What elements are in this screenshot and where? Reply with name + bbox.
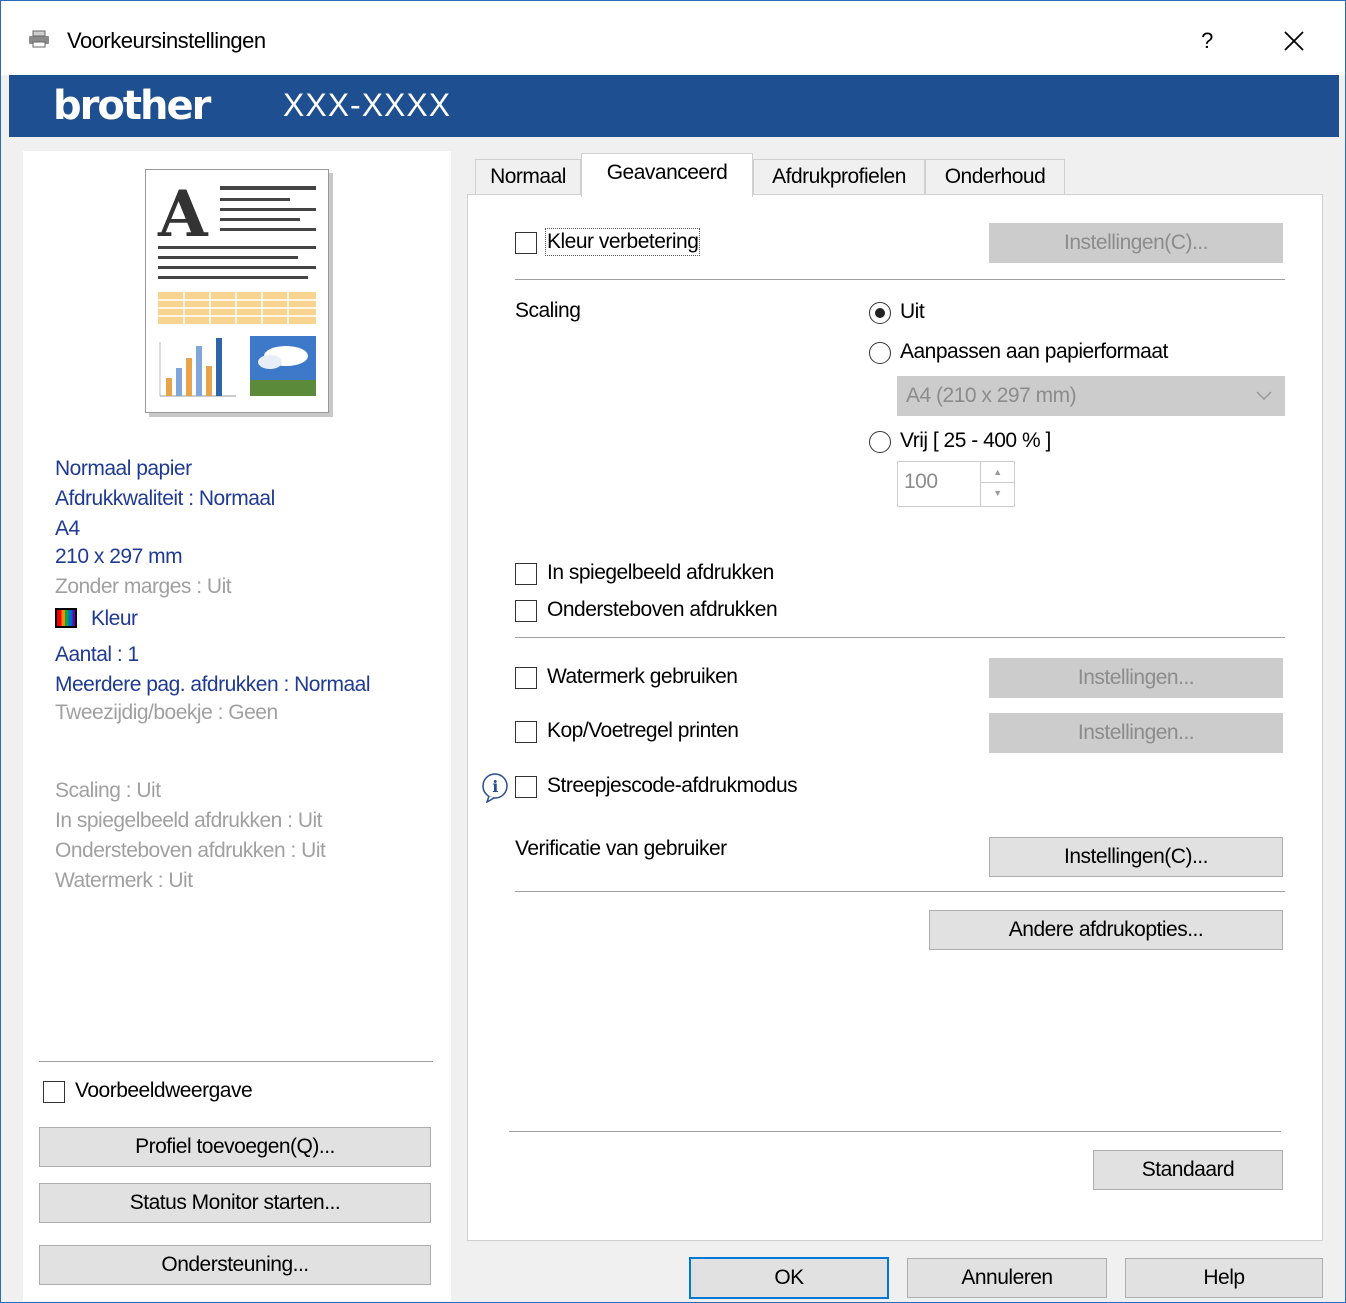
color-icon xyxy=(55,608,77,628)
divider xyxy=(509,1131,1281,1132)
summary-mirror: In spiegelbeeld afdrukken : Uit xyxy=(55,809,323,832)
scaling-fit-radio[interactable] xyxy=(869,342,891,364)
summary-scaling: Scaling : Uit xyxy=(55,779,161,802)
close-icon xyxy=(1284,31,1304,51)
paper-size-select[interactable]: A4 (210 x 297 mm) xyxy=(897,376,1285,416)
scaling-label: Scaling xyxy=(515,299,581,322)
summary-watermark: Watermerk : Uit xyxy=(55,869,193,892)
support-button[interactable]: Ondersteuning... xyxy=(39,1245,431,1285)
summary-color: Kleur xyxy=(55,607,138,631)
svg-text:A: A xyxy=(157,177,209,252)
summary-reverse: Ondersteboven afdrukken : Uit xyxy=(55,839,326,862)
other-options-button[interactable]: Andere afdrukopties... xyxy=(929,910,1283,950)
reverse-label[interactable]: Ondersteboven afdrukken xyxy=(547,598,778,622)
divider xyxy=(515,279,1285,280)
barcode-checkbox[interactable] xyxy=(515,776,537,798)
tab-onderhoud[interactable]: Onderhoud xyxy=(925,159,1065,195)
brand-bar: brother XXX-XXXX xyxy=(9,75,1339,137)
scaling-off-label[interactable]: Uit xyxy=(900,300,925,324)
summary-duplex: Tweezijdig/boekje : Geen xyxy=(55,701,278,724)
stepper-buttons[interactable]: ▲ ▼ xyxy=(980,462,1014,506)
mirror-checkbox[interactable] xyxy=(515,563,537,585)
default-button[interactable]: Standaard xyxy=(1093,1150,1283,1190)
cancel-button[interactable]: Annuleren xyxy=(907,1258,1107,1298)
close-button[interactable] xyxy=(1269,19,1319,63)
help-title-button[interactable]: ? xyxy=(1187,21,1227,61)
paper-size-value: A4 (210 x 297 mm) xyxy=(906,384,1077,407)
scaling-fit-label[interactable]: Aanpassen aan papierformaat xyxy=(900,340,1168,364)
watermark-label[interactable]: Watermerk gebruiken xyxy=(547,665,738,689)
scaling-free-value: 100 xyxy=(904,470,938,493)
summary-paper: Normaal papier xyxy=(55,457,192,480)
stepper-up-icon[interactable]: ▲ xyxy=(981,462,1014,483)
preview-checkbox[interactable] xyxy=(43,1081,65,1103)
mirror-label[interactable]: In spiegelbeeld afdrukken xyxy=(547,561,774,585)
summary-size: A4 xyxy=(55,517,80,540)
reverse-checkbox[interactable] xyxy=(515,600,537,622)
summary-panel: A Normaal papier Afdrukkwaliteit: Norma… xyxy=(23,151,451,1301)
tab-afdrukprofielen[interactable]: Afdrukprofielen xyxy=(753,159,925,195)
scaling-free-radio[interactable] xyxy=(869,431,891,453)
preview-checkbox-label[interactable]: Voorbeeldweergave xyxy=(75,1079,253,1103)
preferences-window: Voorkeursinstellingen ? brother XXX-XXXX… xyxy=(0,0,1346,1303)
summary-copies: Aantal : 1 xyxy=(55,643,139,666)
svg-text:i: i xyxy=(492,777,498,796)
watermark-checkbox[interactable] xyxy=(515,667,537,689)
ok-button[interactable]: OK xyxy=(689,1257,889,1299)
window-title: Voorkeursinstellingen xyxy=(67,28,266,53)
tab-geavanceerd[interactable]: Geavanceerd xyxy=(581,153,753,197)
page-preview-image: A xyxy=(157,177,316,397)
model-name: XXX-XXXX xyxy=(283,87,452,123)
barcode-label[interactable]: Streepjescode-afdrukmodus xyxy=(547,774,798,798)
title-bar: Voorkeursinstellingen ? xyxy=(1,1,1345,75)
summary-borderless: Zonder marges : Uit xyxy=(55,575,232,598)
user-verification-label: Verificatie van gebruiker xyxy=(515,837,727,860)
color-enhance-checkbox[interactable] xyxy=(515,232,537,254)
summary-color-label: Kleur xyxy=(91,607,138,630)
color-settings-button[interactable]: Instellingen(C)... xyxy=(989,223,1283,263)
brother-logo: brother xyxy=(53,83,211,129)
status-monitor-button[interactable]: Status Monitor starten... xyxy=(39,1183,431,1223)
summary-quality: Afdrukkwaliteit : Normaal xyxy=(55,487,275,510)
info-icon[interactable]: i xyxy=(481,773,511,803)
divider xyxy=(515,637,1285,638)
verification-settings-button[interactable]: Instellingen(C)... xyxy=(989,837,1283,877)
summary-multipage: Meerdere pag. afdrukken : Normaal xyxy=(55,673,371,696)
header-footer-checkbox[interactable] xyxy=(515,721,537,743)
watermark-settings-button[interactable]: Instellingen... xyxy=(989,658,1283,698)
color-enhance-label[interactable]: Kleur verbetering xyxy=(544,228,701,256)
header-footer-settings-button[interactable]: Instellingen... xyxy=(989,713,1283,753)
scaling-off-radio[interactable] xyxy=(869,302,891,324)
header-footer-label[interactable]: Kop/Voetregel printen xyxy=(547,719,739,743)
page-preview: A xyxy=(145,169,329,413)
printer-icon xyxy=(29,30,49,48)
chevron-down-icon xyxy=(1256,391,1272,401)
stepper-down-icon[interactable]: ▼ xyxy=(981,483,1014,504)
scaling-free-label[interactable]: Vrij [ 25 - 400 % ] xyxy=(900,429,1051,453)
summary-dimensions: 210 x 297 mm xyxy=(55,545,183,568)
tab-normaal[interactable]: Normaal xyxy=(475,159,581,195)
left-divider xyxy=(39,1061,433,1062)
add-profile-button[interactable]: Profiel toevoegen(Q)... xyxy=(39,1127,431,1167)
help-button[interactable]: Help xyxy=(1125,1258,1323,1298)
scaling-free-stepper[interactable]: 100 ▲ ▼ xyxy=(897,461,1015,507)
divider xyxy=(515,891,1285,892)
